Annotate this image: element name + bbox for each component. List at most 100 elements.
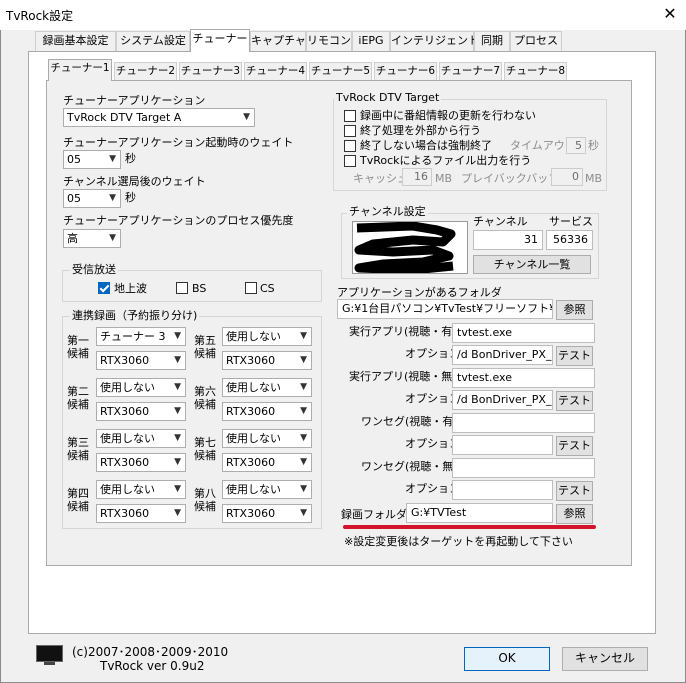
title-bar: TvRock設定 ✕ — [0, 0, 686, 30]
oneseg-option-view-input[interactable] — [452, 435, 553, 455]
chevron-down-icon: ▼ — [174, 331, 181, 341]
test-noview-button[interactable]: テスト — [556, 391, 593, 411]
no-epg-checkbox[interactable] — [344, 110, 356, 122]
startup-wait-select[interactable]: 05 ▼ — [63, 150, 121, 169]
candidate-device-select[interactable]: RTX3060 ▼ — [222, 402, 312, 421]
candidate-device-select[interactable]: RTX3060 ▼ — [222, 351, 312, 370]
subtab-tuner2[interactable]: チューナー2 — [114, 62, 177, 80]
test-view-button[interactable]: テスト — [556, 346, 593, 366]
candidate-tuner-select[interactable]: 使用しない ▼ — [96, 429, 186, 448]
rec-folder-input[interactable]: G:¥TVTest — [406, 503, 553, 523]
candidate-tuner-select[interactable]: チューナー 3 ▼ — [96, 327, 186, 346]
tab-system[interactable]: システム設定 — [116, 31, 190, 51]
candidate-device-select-value: RTX3060 — [100, 507, 150, 520]
service-column-label: サービス — [549, 215, 593, 228]
candidate-label: 第七候補 — [194, 436, 216, 462]
exec-view-input[interactable]: tvtest.exe — [452, 323, 595, 343]
priority-select[interactable]: 高 ▼ — [63, 229, 121, 248]
oneseg-noview-input[interactable] — [452, 458, 595, 478]
tab-iepg[interactable]: iEPG — [352, 31, 390, 51]
cache-unit: MB — [435, 172, 453, 185]
timeout-input[interactable]: 5 — [566, 137, 586, 154]
app-folder-label: アプリケーションがあるフォルダ — [337, 286, 502, 299]
candidate-tuner-select[interactable]: 使用しない ▼ — [96, 378, 186, 397]
subtab-tuner1[interactable]: チューナー1 — [48, 59, 112, 81]
chevron-down-icon: ▼ — [300, 508, 307, 518]
exec-view-label: 実行アプリ(視聴・有) — [349, 325, 457, 338]
channel-wait-label: チャンネル選局後のウェイト — [63, 175, 206, 188]
tuner-app-label: チューナーアプリケーション — [63, 94, 206, 107]
candidate-device-select[interactable]: RTX3060 ▼ — [96, 504, 186, 523]
channel-value[interactable]: 31 — [473, 230, 543, 250]
option-view-input[interactable]: /d BonDriver_PX_W — [452, 345, 553, 365]
exec-noview-label: 実行アプリ(視聴・無) — [349, 370, 457, 383]
candidate-device-select[interactable]: RTX3060 ▼ — [96, 453, 186, 472]
cache-input[interactable]: 16 — [402, 168, 432, 186]
channel-list-button[interactable]: チャンネル一覧 — [473, 255, 591, 274]
test-oneseg-noview-button[interactable]: テスト — [556, 481, 593, 501]
candidate-tuner-select[interactable]: 使用しない ▼ — [96, 480, 186, 499]
chevron-down-icon: ▼ — [300, 331, 307, 341]
service-value[interactable]: 56336 — [546, 230, 593, 250]
tab-process[interactable]: プロセス — [510, 31, 562, 51]
rec-folder-label: 録画フォルダ — [341, 508, 407, 521]
subtab-tuner5[interactable]: チューナー5 — [309, 62, 372, 80]
chevron-down-icon: ▼ — [109, 154, 116, 164]
candidate-device-select[interactable]: RTX3060 ▼ — [222, 504, 312, 523]
option-noview-input[interactable]: /d BonDriver_PX_W — [452, 390, 553, 410]
playback-input[interactable]: 0 — [551, 168, 583, 186]
bs-checkbox[interactable] — [176, 282, 188, 294]
external-end-checkbox[interactable] — [344, 125, 356, 137]
cs-checkbox[interactable] — [245, 282, 257, 294]
candidate-tuner-select[interactable]: 使用しない ▼ — [222, 378, 312, 397]
app-folder-input[interactable]: G:¥1台目パソコン¥TvTest¥フリーソフト¥TvTe — [337, 299, 553, 319]
ok-button[interactable]: OK — [464, 647, 550, 671]
close-icon[interactable]: ✕ — [658, 2, 682, 26]
window-title: TvRock設定 — [6, 9, 74, 23]
tab-tuner[interactable]: チューナー — [190, 29, 250, 52]
candidate-tuner-select[interactable]: 使用しない ▼ — [222, 327, 312, 346]
cache-label: キャッシュ — [353, 172, 408, 185]
rec-folder-browse-button[interactable]: 参照 — [556, 504, 593, 524]
subtab-tuner7[interactable]: チューナー7 — [439, 62, 502, 80]
tab-recording-basic[interactable]: 録画基本設定 — [35, 31, 116, 51]
candidate-tuner-select[interactable]: 使用しない ▼ — [222, 429, 312, 448]
tab-remote[interactable]: リモコン — [306, 31, 352, 51]
channel-wait-select[interactable]: 05 ▼ — [63, 189, 121, 208]
oneseg-option-noview-input[interactable] — [452, 480, 553, 500]
terrestrial-checkbox[interactable] — [98, 282, 110, 294]
subtab-tuner8[interactable]: チューナー8 — [504, 62, 567, 80]
monitor-icon — [36, 645, 63, 662]
file-output-checkbox[interactable] — [344, 155, 356, 167]
candidate-device-select-value: RTX3060 — [100, 354, 150, 367]
chevron-down-icon: ▼ — [300, 457, 307, 467]
candidate-tuner-select-value: 使用しない — [100, 483, 155, 496]
candidate-device-select[interactable]: RTX3060 ▼ — [222, 453, 312, 472]
chevron-down-icon: ▼ — [174, 355, 181, 365]
cancel-button[interactable]: キャンセル — [562, 647, 648, 671]
candidate-device-select-value: RTX3060 — [226, 405, 276, 418]
test-oneseg-view-button[interactable]: テスト — [556, 436, 593, 456]
tab-intelligent[interactable]: インテリジェント — [390, 31, 479, 51]
oneseg-view-input[interactable] — [452, 413, 595, 433]
tab-sync[interactable]: 同期 — [474, 31, 510, 51]
version-text: TvRock ver 0.9u2 — [100, 659, 205, 673]
chevron-down-icon: ▼ — [174, 433, 181, 443]
priority-value: 高 — [67, 232, 78, 245]
subtab-tuner3[interactable]: チューナー3 — [179, 62, 242, 80]
subtab-tuner4[interactable]: チューナー4 — [244, 62, 307, 80]
channel-preview — [352, 221, 468, 275]
bs-label: BS — [192, 282, 207, 295]
force-end-checkbox[interactable] — [344, 140, 356, 152]
cs-label: CS — [260, 282, 275, 295]
candidate-device-select[interactable]: RTX3060 ▼ — [96, 351, 186, 370]
candidate-device-select[interactable]: RTX3060 ▼ — [96, 402, 186, 421]
candidate-tuner-select[interactable]: 使用しない ▼ — [222, 480, 312, 499]
tuner-app-select[interactable]: TvRock DTV Target A ▼ — [63, 108, 255, 127]
channel-settings-label: チャンネル設定 — [347, 205, 428, 219]
tab-capture[interactable]: キャプチャ — [250, 31, 306, 51]
subtab-tuner6[interactable]: チューナー6 — [374, 62, 437, 80]
app-folder-browse-button[interactable]: 参照 — [556, 300, 593, 320]
exec-noview-input[interactable]: tvtest.exe — [452, 368, 595, 388]
no-epg-label: 録画中に番組情報の更新を行わない — [360, 109, 536, 122]
